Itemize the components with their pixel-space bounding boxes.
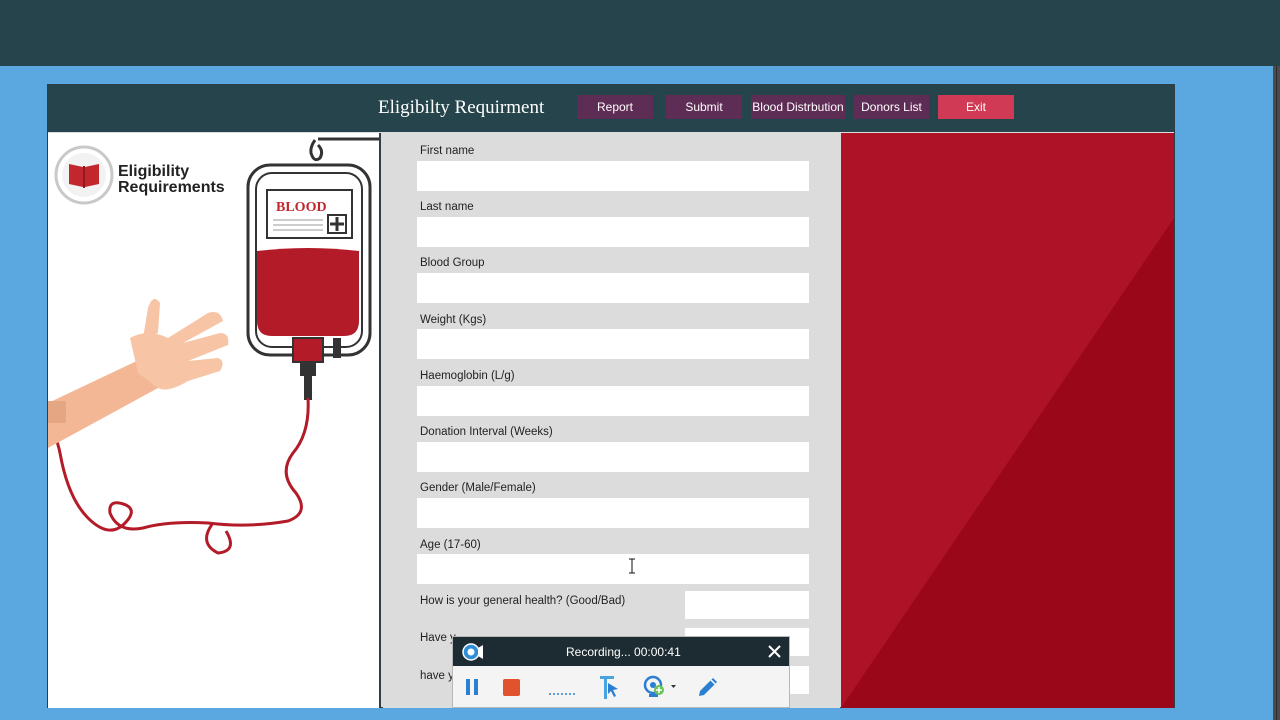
arm-illustration	[48, 299, 229, 448]
illustration-heading-1: Eligibility	[118, 163, 189, 180]
close-icon[interactable]	[768, 645, 781, 658]
book-icon	[54, 145, 114, 205]
report-button[interactable]: Report	[577, 95, 653, 119]
dotted-line-icon[interactable]	[549, 692, 575, 697]
cursor-tool-icon[interactable]	[598, 673, 622, 701]
illustration-heading-2: Requirements	[118, 179, 225, 196]
os-top-bar	[0, 0, 1280, 66]
bag-label: BLOOD	[276, 200, 327, 215]
last-name-field[interactable]	[417, 217, 809, 247]
pause-icon[interactable]	[465, 678, 479, 696]
stop-icon[interactable]	[502, 678, 521, 697]
app-title: Eligibilty Requirment	[378, 97, 545, 118]
app-header: Eligibilty Requirment Report Submit Bloo…	[48, 85, 1174, 132]
age-field[interactable]	[417, 554, 809, 584]
text-cursor-icon	[629, 558, 635, 574]
screen-recorder-toolbar: Recording... 00:00:41	[452, 636, 790, 708]
first-name-field[interactable]	[417, 161, 809, 191]
first-name-label: First name	[420, 145, 475, 157]
recorder-logo-icon	[462, 643, 483, 661]
question-2-label: Have y	[420, 632, 456, 644]
webcam-add-icon[interactable]	[643, 675, 679, 699]
age-label: Age (17-60)	[420, 539, 481, 551]
haemoglobin-field[interactable]	[417, 386, 809, 416]
recording-status: Recording... 00:00:41	[566, 645, 681, 659]
gender-field[interactable]	[417, 498, 809, 528]
general-health-field[interactable]	[685, 591, 809, 619]
form-panel: First name Last name Blood Group Weight …	[383, 133, 840, 708]
app-window: Eligibilty Requirment Report Submit Bloo…	[47, 84, 1175, 708]
question-3-label: have y	[420, 670, 454, 682]
weight-label: Weight (Kgs)	[420, 314, 487, 326]
right-scrollbar[interactable]	[1273, 66, 1280, 720]
pen-icon[interactable]	[696, 675, 720, 699]
gender-label: Gender (Male/Female)	[420, 482, 536, 494]
general-health-label: How is your general health? (Good/Bad)	[420, 595, 626, 607]
blood-group-label: Blood Group	[420, 257, 485, 269]
exit-button[interactable]: Exit	[938, 95, 1014, 119]
blood-donation-illustration: Eligibility Requirements BLOOD	[48, 137, 379, 555]
blood-group-field[interactable]	[417, 273, 809, 303]
donation-interval-label: Donation Interval (Weeks)	[420, 426, 553, 438]
donation-interval-field[interactable]	[417, 442, 809, 472]
last-name-label: Last name	[420, 201, 474, 213]
submit-button[interactable]: Submit	[666, 95, 742, 119]
haemoglobin-label: Haemoglobin (L/g)	[420, 370, 515, 382]
blood-distribution-button[interactable]: Blood Distrbution	[751, 95, 845, 119]
blood-bag-icon: BLOOD	[246, 163, 372, 400]
illustration-panel: Eligibility Requirements BLOOD	[48, 133, 381, 708]
donors-list-button[interactable]: Donors List	[854, 95, 929, 119]
decorative-red-panel	[841, 133, 1174, 708]
recorder-header: Recording... 00:00:41	[453, 637, 789, 666]
weight-field[interactable]	[417, 329, 809, 359]
